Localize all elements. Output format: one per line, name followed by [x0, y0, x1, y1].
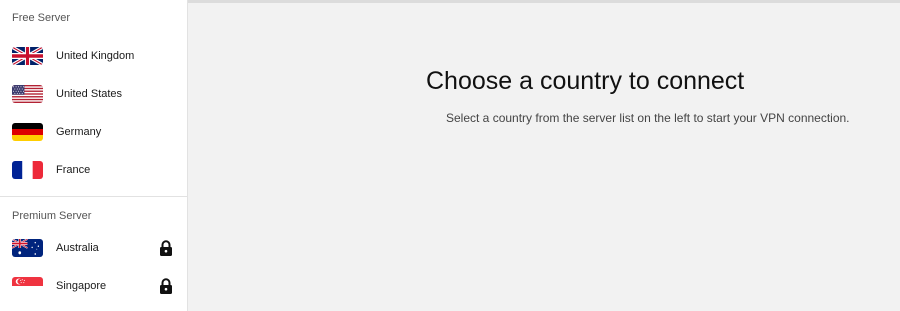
server-label: United States	[56, 88, 123, 100]
server-label: Singapore	[56, 280, 107, 292]
us-flag-icon	[12, 85, 43, 103]
premium-server-heading: Premium Server	[12, 210, 92, 222]
server-label: Germany	[56, 126, 102, 138]
page-subtitle: Select a country from the server list on…	[446, 111, 850, 125]
free-server-section: Free Server United Kingdom United States…	[0, 0, 187, 196]
server-item-australia[interactable]: Australia	[0, 229, 187, 267]
server-sidebar: Free Server United Kingdom United States…	[0, 0, 188, 311]
server-item-united-kingdom[interactable]: United Kingdom	[0, 37, 187, 75]
lock-icon	[159, 240, 173, 256]
premium-server-list: Australia Singapore	[0, 226, 187, 305]
singapore-flag-icon	[12, 277, 43, 295]
server-item-united-states[interactable]: United States	[0, 75, 187, 113]
australia-flag-icon	[12, 239, 43, 257]
lock-icon	[159, 278, 173, 294]
main-panel: Choose a country to connect Select a cou…	[188, 3, 900, 311]
server-label: France	[56, 164, 91, 176]
server-item-singapore[interactable]: Singapore	[0, 267, 187, 305]
free-server-list: United Kingdom United States Germany Fra…	[0, 28, 187, 196]
server-label: United Kingdom	[56, 50, 135, 62]
premium-server-section: Premium Server Australia Singapore	[0, 196, 187, 305]
uk-flag-icon	[12, 47, 43, 65]
free-server-heading: Free Server	[12, 12, 71, 24]
page-title: Choose a country to connect	[426, 67, 745, 95]
server-item-france[interactable]: France	[0, 151, 187, 189]
server-label: Australia	[56, 242, 99, 254]
germany-flag-icon	[12, 123, 43, 141]
france-flag-icon	[12, 161, 43, 179]
server-item-germany[interactable]: Germany	[0, 113, 187, 151]
